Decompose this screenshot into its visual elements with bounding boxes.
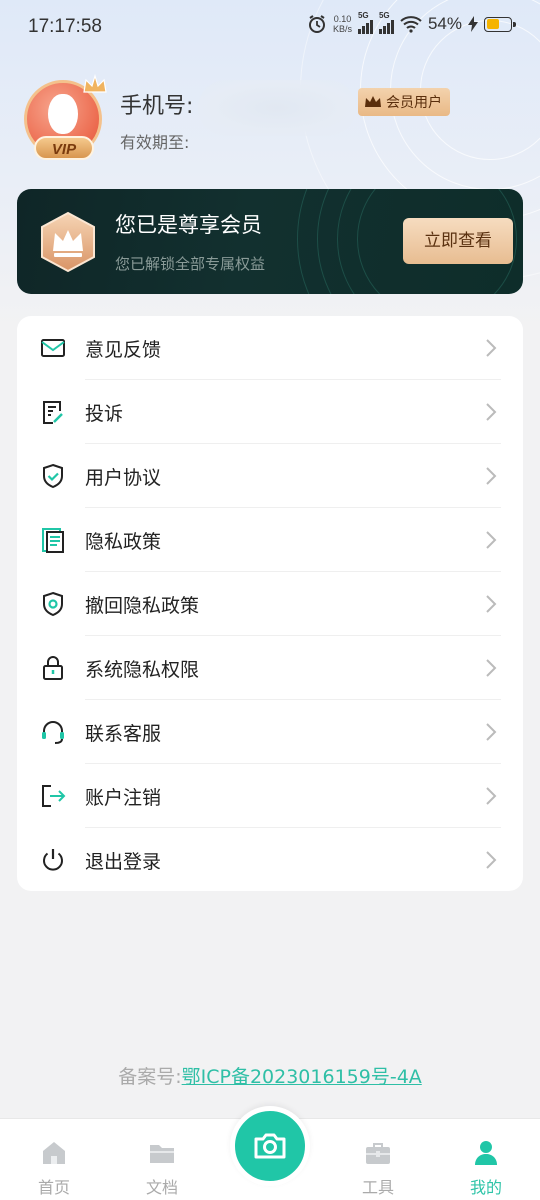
logout-arrow-icon: [42, 785, 66, 807]
status-bar: 17:17:58 0.10 KB/s 5G 5G 54%: [0, 0, 540, 58]
menu-item-revoke-privacy[interactable]: 撤回隐私政策: [17, 572, 523, 636]
power-icon: [43, 849, 63, 871]
avatar[interactable]: VIP: [24, 74, 107, 160]
record-link[interactable]: 鄂ICP备2023016159号-4A: [182, 1066, 422, 1088]
avatar-silhouette: [48, 94, 78, 134]
record-label: 备案号:: [118, 1066, 182, 1088]
lock-icon: [43, 656, 63, 680]
chevron-right-icon: [486, 531, 497, 549]
nav-label: 首页: [37, 1178, 70, 1197]
nav-documents[interactable]: 文档: [122, 1119, 202, 1200]
chevron-right-icon: [486, 659, 497, 677]
crown-hexagon-icon: [41, 211, 95, 273]
chevron-right-icon: [486, 403, 497, 421]
redacted-phone-blur: [198, 80, 356, 136]
crown-icon: [365, 96, 381, 107]
menu-item-logout[interactable]: 退出登录: [17, 828, 523, 892]
vip-banner[interactable]: 您已是尊享会员 您已解锁全部专属权益 立即查看: [17, 189, 523, 294]
menu-label: 投诉: [85, 403, 124, 425]
headset-icon: [42, 721, 64, 744]
charging-icon: [468, 16, 478, 32]
menu-item-customer-service[interactable]: 联系客服: [17, 700, 523, 764]
battery-percent: 54%: [427, 14, 462, 33]
alarm-icon: [308, 15, 325, 33]
phone-label: 手机号:: [120, 94, 194, 119]
status-time: 17:17:58: [28, 16, 102, 37]
menu-label: 联系客服: [85, 723, 162, 745]
menu-label: 账户注销: [85, 787, 162, 809]
chevron-right-icon: [486, 467, 497, 485]
nav-home[interactable]: 首页: [14, 1119, 94, 1200]
menu-item-system-permissions[interactable]: 系统隐私权限: [17, 636, 523, 700]
menu-label: 撤回隐私政策: [85, 595, 200, 617]
settings-menu: 意见反馈 投诉 用户协议 隐私政策 撤回隐私政策 系统隐私权限 联系客服 账户注…: [17, 316, 523, 891]
net-speed-value: 0.10: [333, 14, 352, 24]
menu-label: 系统隐私权限: [85, 659, 200, 681]
camera-icon: [254, 1133, 286, 1159]
battery-fill: [486, 19, 499, 29]
chevron-right-icon: [486, 787, 497, 805]
menu-item-user-agreement[interactable]: 用户协议: [17, 444, 523, 508]
mail-icon: [41, 339, 65, 357]
camera-button[interactable]: [230, 1106, 310, 1186]
shield-revoke-icon: [43, 591, 63, 617]
expire-label: 有效期至:: [120, 133, 190, 152]
menu-label: 用户协议: [85, 467, 162, 489]
wifi-icon: [400, 16, 422, 33]
menu-label: 退出登录: [85, 851, 162, 873]
vip-subtitle: 您已解锁全部专属权益: [115, 255, 266, 273]
menu-item-privacy-policy[interactable]: 隐私政策: [17, 508, 523, 572]
nav-label: 我的: [469, 1178, 502, 1197]
complaint-icon: [43, 401, 63, 424]
nav-label: 工具: [361, 1178, 394, 1197]
menu-label: 隐私政策: [85, 531, 162, 553]
shield-check-icon: [43, 463, 63, 489]
net-speed: 0.10 KB/s: [333, 14, 352, 34]
chevron-right-icon: [486, 723, 497, 741]
vip-badge: VIP: [34, 136, 94, 160]
document-icon: [42, 528, 64, 553]
vip-title: 您已是尊享会员: [115, 213, 262, 237]
toolbox-icon: [366, 1143, 390, 1164]
menu-item-complaint[interactable]: 投诉: [17, 380, 523, 444]
signal-tag-2: 5G: [378, 11, 390, 20]
signal-tag-1: 5G: [357, 11, 369, 20]
chevron-right-icon: [486, 851, 497, 869]
chevron-right-icon: [486, 339, 497, 357]
signal-icon-2: 5G: [378, 11, 394, 34]
chevron-right-icon: [486, 595, 497, 613]
user-icon: [475, 1141, 497, 1165]
icp-record: 备案号:鄂ICP备2023016159号-4A: [0, 1062, 540, 1089]
member-tag: 会员用户: [358, 88, 450, 116]
nav-mine[interactable]: 我的: [446, 1119, 526, 1200]
status-icons: 0.10 KB/s 5G 5G 54%: [307, 11, 516, 34]
home-icon: [43, 1142, 65, 1164]
member-tag-label: 会员用户: [386, 95, 442, 111]
nav-tools[interactable]: 工具: [338, 1119, 418, 1200]
nav-label: 文档: [145, 1178, 178, 1197]
battery-icon: [484, 16, 516, 32]
crown-icon: [83, 74, 107, 93]
folder-icon: [150, 1145, 174, 1163]
view-now-button[interactable]: 立即查看: [403, 218, 513, 264]
signal-icon-1: 5G: [357, 11, 373, 34]
net-speed-unit: KB/s: [332, 24, 352, 34]
menu-item-feedback[interactable]: 意见反馈: [17, 316, 523, 380]
menu-item-delete-account[interactable]: 账户注销: [17, 764, 523, 828]
menu-label: 意见反馈: [85, 339, 162, 361]
